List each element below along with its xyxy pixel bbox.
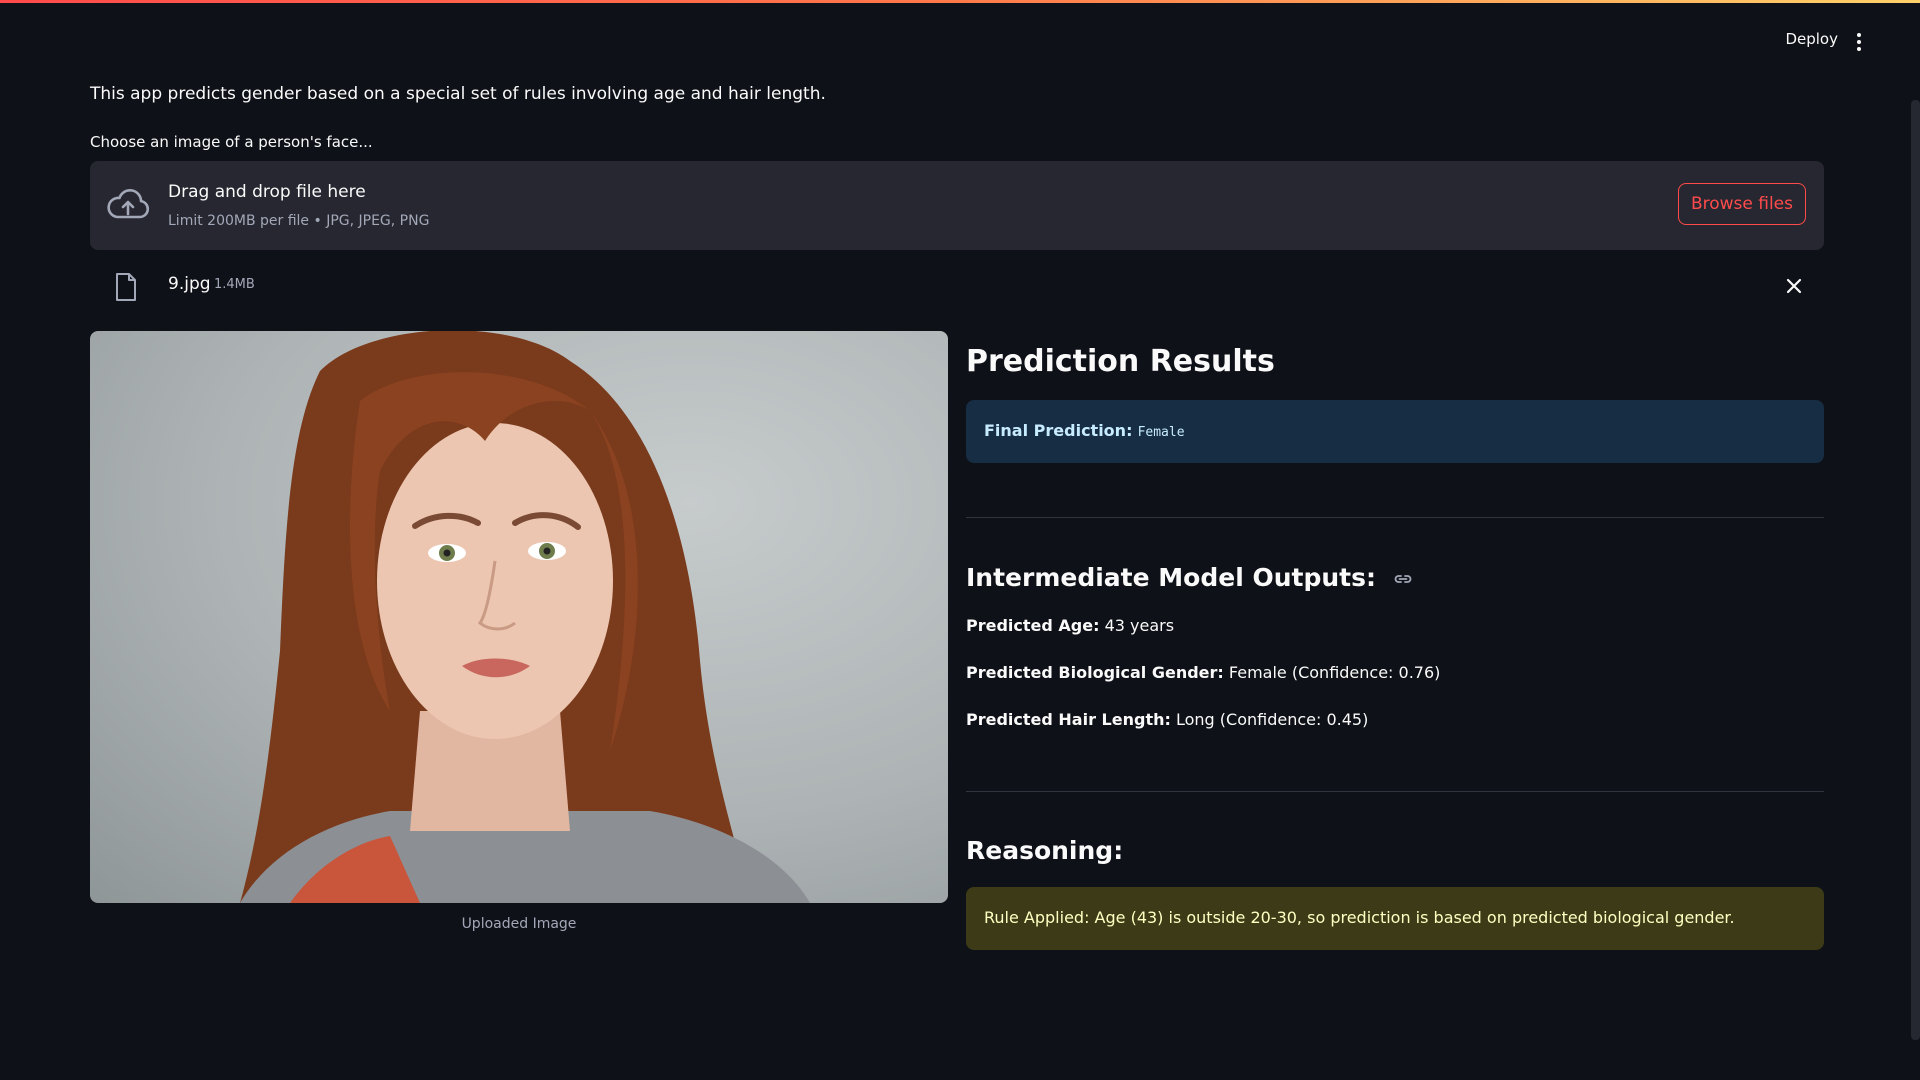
predicted-gender-value: Female (Confidence: 0.76): [1228, 663, 1441, 682]
app-header: Deploy: [0, 3, 1920, 73]
intro-text: This app predicts gender based on a spec…: [90, 84, 826, 104]
final-prediction-box: Final Prediction: Female: [966, 400, 1824, 463]
portrait-illustration: [240, 331, 810, 903]
dropzone-title: Drag and drop file here: [168, 182, 366, 202]
predicted-hair-value: Long (Confidence: 0.45): [1175, 710, 1369, 729]
uploaded-face-image: [90, 331, 948, 903]
reasoning-text: Rule Applied: Age (43) is outside 20-30,…: [984, 908, 1735, 927]
intermediate-heading-text: Intermediate Model Outputs:: [966, 563, 1376, 592]
predicted-age-value: 43 years: [1104, 616, 1175, 635]
deploy-button[interactable]: Deploy: [1785, 30, 1838, 48]
page-scrollbar[interactable]: [1911, 100, 1920, 1040]
file-size: 1.4MB: [214, 277, 255, 292]
reasoning-box: Rule Applied: Age (43) is outside 20-30,…: [966, 887, 1824, 950]
kebab-menu-icon[interactable]: [1847, 30, 1871, 54]
predicted-hair-line: Predicted Hair Length: Long (Confidence:…: [966, 710, 1368, 729]
file-name: 9.jpg: [168, 274, 211, 294]
predicted-age-line: Predicted Age: 43 years: [966, 616, 1174, 635]
predicted-gender-label: Predicted Biological Gender:: [966, 663, 1224, 682]
close-icon[interactable]: [1784, 276, 1804, 296]
intermediate-heading: Intermediate Model Outputs:: [966, 563, 1413, 592]
predicted-age-label: Predicted Age:: [966, 616, 1100, 635]
results-heading: Prediction Results: [966, 344, 1275, 379]
dropzone-subtitle: Limit 200MB per file • JPG, JPEG, PNG: [168, 213, 430, 229]
uploader-label: Choose an image of a person's face...: [90, 133, 373, 151]
predicted-gender-line: Predicted Biological Gender: Female (Con…: [966, 663, 1440, 682]
final-prediction-label: Final Prediction:: [984, 421, 1133, 440]
link-icon[interactable]: [1393, 569, 1413, 589]
uploaded-file-row: 9.jpg 1.4MB: [90, 268, 1824, 304]
file-dropzone[interactable]: Drag and drop file here Limit 200MB per …: [90, 161, 1824, 250]
reasoning-heading: Reasoning:: [966, 836, 1124, 865]
predicted-hair-label: Predicted Hair Length:: [966, 710, 1171, 729]
file-icon: [116, 273, 136, 301]
cloud-upload-icon: [107, 189, 150, 219]
browse-files-button[interactable]: Browse files: [1677, 183, 1806, 225]
image-caption: Uploaded Image: [461, 916, 577, 932]
divider: [966, 517, 1824, 518]
final-prediction-text: Final Prediction: Female: [984, 421, 1185, 440]
divider: [966, 791, 1824, 792]
final-prediction-value: Female: [1137, 425, 1185, 440]
